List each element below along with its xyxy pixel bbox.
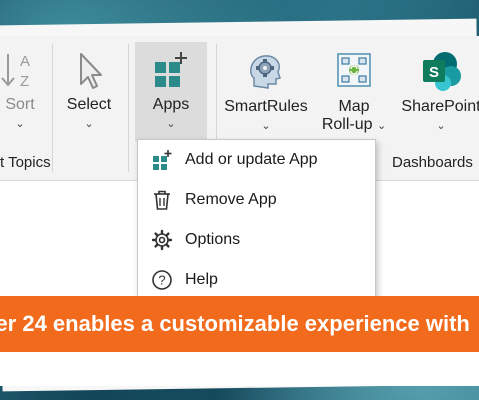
chevron-down-icon: ⌄ — [261, 120, 271, 132]
apps-add-icon — [151, 149, 173, 171]
rollup-label-text: Roll-up — [321, 116, 373, 133]
chevron-down-icon: ⌄ — [436, 120, 446, 132]
svg-text:A: A — [20, 53, 30, 70]
apps-button[interactable]: Apps ⌄ — [135, 50, 207, 130]
svg-text:?: ? — [158, 273, 165, 288]
menu-item-label: Help — [185, 271, 218, 288]
banner-text: ger 24 enables a customizable experience… — [0, 311, 470, 336]
menu-item-help[interactable]: ? Help — [138, 262, 375, 298]
gear-icon — [151, 229, 173, 251]
sort-label: Sort — [5, 96, 35, 113]
smartrules-label: SmartRules — [224, 98, 308, 115]
sort-button[interactable]: A Z Sort ⌄ — [0, 50, 40, 130]
menu-item-options[interactable]: Options — [138, 222, 375, 258]
group-divider — [128, 44, 129, 172]
menu-item-label: Options — [185, 231, 241, 248]
menu-item-label: Add or update App — [185, 151, 318, 168]
chevron-down-icon: ⌄ — [166, 118, 176, 130]
chevron-down-icon: ⌄ — [84, 118, 94, 130]
menu-item-remove-app[interactable]: Remove App — [138, 182, 375, 218]
map-rollup-button[interactable]: Map Roll-up ⌄ — [316, 50, 392, 134]
cursor-arrow-icon — [80, 53, 102, 89]
sharepoint-label: SharePoint — [401, 98, 479, 115]
menu-item-add-update-app[interactable]: Add or update App — [138, 142, 375, 178]
chevron-down-icon: ⌄ — [376, 120, 387, 132]
select-label: Select — [66, 96, 112, 113]
smartrules-button[interactable]: SmartRules ⌄ — [222, 50, 310, 132]
map-rollup-icon — [337, 53, 371, 87]
menu-item-label: Remove App — [185, 191, 277, 208]
svg-text:S: S — [429, 64, 439, 81]
group-label-dashboards: Dashboards — [392, 154, 473, 171]
sharepoint-button[interactable]: S SharePoint ⌄ — [396, 50, 479, 132]
map-label: Map — [338, 98, 370, 115]
apps-label: Apps — [152, 96, 190, 113]
apps-grid-plus-icon — [155, 52, 187, 87]
apps-dropdown-menu: Add or update App Remove App Options ? H… — [137, 139, 376, 301]
select-button[interactable]: Select ⌄ — [62, 50, 116, 130]
chevron-down-icon: ⌄ — [15, 118, 25, 130]
group-label-topics: t Topics — [0, 154, 51, 171]
promo-banner: ger 24 enables a customizable experience… — [0, 296, 479, 352]
svg-text:Z: Z — [20, 73, 29, 90]
group-divider — [52, 44, 53, 172]
sharepoint-logo-icon: S — [423, 52, 461, 91]
sort-az-icon: A Z — [1, 53, 30, 90]
rollup-label: Roll-up ⌄ — [316, 116, 392, 134]
trash-icon — [151, 189, 173, 211]
gear-head-icon — [250, 55, 281, 89]
help-circle-icon: ? — [151, 269, 173, 291]
